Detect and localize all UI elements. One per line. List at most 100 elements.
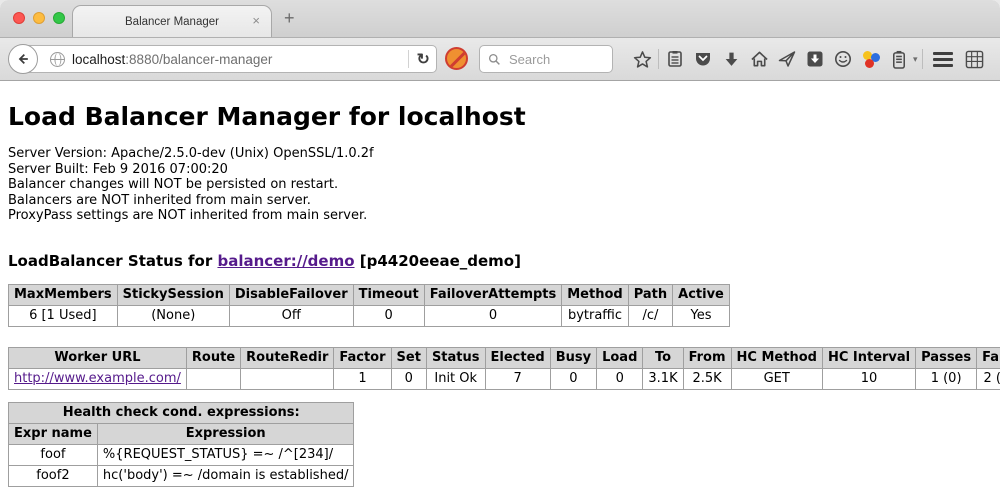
server-info: Server Version: Apache/2.5.0-dev (Unix) …: [8, 146, 992, 224]
toolbar-divider: [922, 49, 923, 69]
back-button[interactable]: [8, 44, 38, 74]
page-content: Load Balancer Manager for localhost Serv…: [0, 81, 1000, 491]
cell-routeredir: [241, 368, 334, 389]
cell-from: 2.5K: [683, 368, 731, 389]
downloads-icon[interactable]: [717, 47, 745, 71]
cell-factor: 1: [334, 368, 391, 389]
table-title-row: Health check cond. expressions:: [9, 402, 354, 423]
emoji-extension-icon[interactable]: [829, 47, 857, 71]
col-hc-interval: HC Interval: [822, 347, 915, 368]
cell-disablefailover: Off: [229, 305, 353, 326]
tab-close-icon[interactable]: ×: [252, 14, 260, 27]
col-timeout: Timeout: [353, 284, 424, 305]
col-stickysession: StickySession: [117, 284, 229, 305]
pocket-icon[interactable]: [689, 47, 717, 71]
cell-route: [186, 368, 240, 389]
cell-passes: 1 (0): [916, 368, 977, 389]
search-input[interactable]: [507, 51, 601, 68]
urlbar-divider: [408, 50, 409, 68]
cell-expr-name: foof2: [9, 465, 98, 486]
cell-stickysession: (None): [117, 305, 229, 326]
search-bar[interactable]: [479, 45, 613, 73]
table-header-row: Expr name Expression: [9, 423, 354, 444]
reading-list-icon[interactable]: [661, 47, 689, 71]
cell-hc-interval: 10: [822, 368, 915, 389]
cell-expression: hc('body') =~ /domain is established/: [97, 465, 354, 486]
col-factor: Factor: [334, 347, 391, 368]
back-arrow-icon: [16, 52, 30, 66]
menu-icon[interactable]: [933, 52, 953, 67]
cell-method: bytraffic: [562, 305, 628, 326]
page-title: Load Balancer Manager for localhost: [8, 81, 992, 131]
col-method: Method: [562, 284, 628, 305]
col-elected: Elected: [485, 347, 550, 368]
cell-timeout: 0: [353, 305, 424, 326]
minimize-window-button[interactable]: [33, 12, 45, 24]
url-path: :8880/balancer-manager: [125, 52, 272, 67]
col-active: Active: [673, 284, 730, 305]
cell-expr-name: foof: [9, 444, 98, 465]
cell-hc-method: GET: [731, 368, 822, 389]
url-bar[interactable]: localhost:8880/balancer-manager ↻: [23, 45, 437, 73]
inherit-note-line: Balancers are NOT inherited from main se…: [8, 193, 992, 209]
cell-elected: 7: [485, 368, 550, 389]
col-expr-name: Expr name: [9, 423, 98, 444]
balancer-settings-table: MaxMembers StickySession DisableFailover…: [8, 284, 730, 327]
chevron-down-icon[interactable]: ▾: [913, 54, 918, 65]
grid-extension-icon[interactable]: [961, 47, 989, 71]
col-status: Status: [426, 347, 485, 368]
col-fails: Fails: [977, 347, 1000, 368]
health-check-table: Health check cond. expressions: Expr nam…: [8, 402, 354, 487]
server-built-line: Server Built: Feb 9 2016 07:00:20: [8, 162, 992, 178]
status-suffix: [p4420eeae_demo]: [355, 252, 521, 270]
table-row: http://www.example.com/ 1 0 Init Ok 7 0 …: [9, 368, 1000, 389]
toolbar-icons: ▾: [628, 38, 989, 80]
site-globe-icon: [50, 52, 65, 67]
reload-button[interactable]: ↻: [417, 50, 430, 68]
home-icon[interactable]: [745, 47, 773, 71]
cell-load: 0: [597, 368, 643, 389]
col-set: Set: [391, 347, 426, 368]
new-tab-button[interactable]: +: [284, 8, 295, 29]
col-hc-method: HC Method: [731, 347, 822, 368]
url-host: localhost: [72, 52, 125, 67]
toolbar-divider: [658, 49, 659, 69]
col-busy: Busy: [550, 347, 596, 368]
worker-status-table: Worker URL Route RouteRedir Factor Set S…: [8, 347, 1000, 390]
search-icon: [488, 53, 501, 66]
loadbalancer-status-heading: LoadBalancer Status for balancer://demo …: [8, 252, 992, 270]
col-load: Load: [597, 347, 643, 368]
proxypass-note-line: ProxyPass settings are NOT inherited fro…: [8, 208, 992, 224]
col-path: Path: [628, 284, 672, 305]
zoom-window-button[interactable]: [53, 12, 65, 24]
window-controls: [13, 12, 65, 24]
cell-set: 0: [391, 368, 426, 389]
bookmark-star-icon[interactable]: [628, 47, 656, 71]
col-expression: Expression: [97, 423, 354, 444]
send-plane-icon[interactable]: [773, 47, 801, 71]
colors-extension-icon[interactable]: [857, 47, 885, 71]
worker-url-link[interactable]: http://www.example.com/: [14, 371, 181, 386]
table-row: foof2 hc('body') =~ /domain is establish…: [9, 465, 354, 486]
navigation-toolbar: localhost:8880/balancer-manager ↻: [0, 38, 1000, 81]
close-window-button[interactable]: [13, 12, 25, 24]
server-version-line: Server Version: Apache/2.5.0-dev (Unix) …: [8, 146, 992, 162]
battery-extension-icon[interactable]: [885, 47, 913, 71]
cell-fails: 2 (0): [977, 368, 1000, 389]
col-to: To: [643, 347, 683, 368]
cell-expression: %{REQUEST_STATUS} =~ /^[234]/: [97, 444, 354, 465]
col-failoverattempts: FailoverAttempts: [424, 284, 562, 305]
content-blocked-icon[interactable]: [445, 47, 468, 70]
persist-note-line: Balancer changes will NOT be persisted o…: [8, 177, 992, 193]
table-row: 6 [1 Used] (None) Off 0 0 bytraffic /c/ …: [9, 305, 730, 326]
tab-balancer-manager[interactable]: Balancer Manager ×: [72, 5, 272, 37]
cell-active: Yes: [673, 305, 730, 326]
col-from: From: [683, 347, 731, 368]
table-header-row: MaxMembers StickySession DisableFailover…: [9, 284, 730, 305]
balancer-demo-link[interactable]: balancer://demo: [217, 252, 354, 270]
tab-title: Balancer Manager: [125, 16, 219, 28]
url-text: localhost:8880/balancer-manager: [72, 52, 400, 67]
cell-failoverattempts: 0: [424, 305, 562, 326]
download-box-icon[interactable]: [801, 47, 829, 71]
cell-to: 3.1K: [643, 368, 683, 389]
